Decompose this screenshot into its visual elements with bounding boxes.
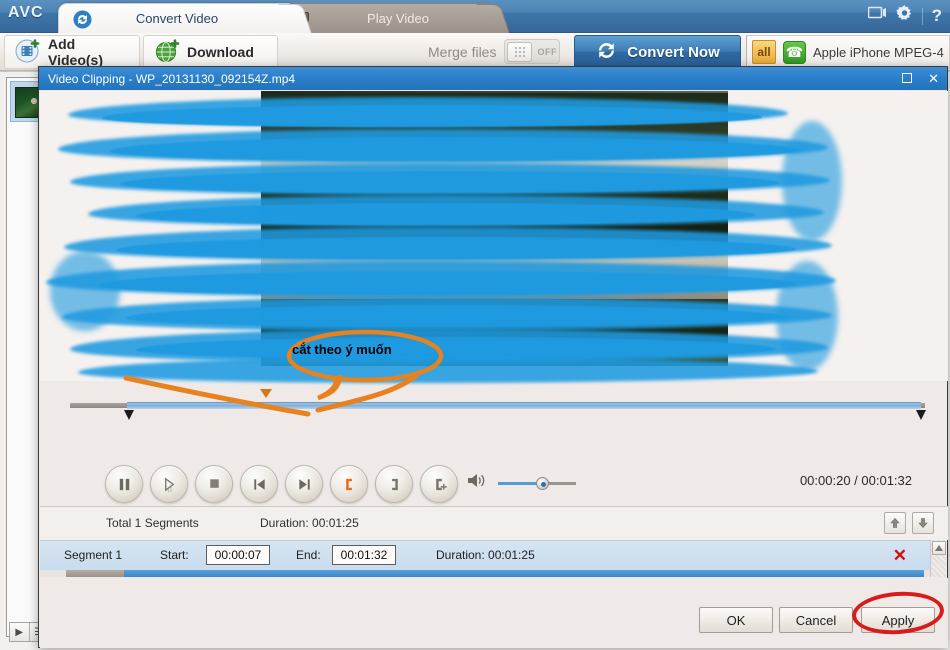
stop-icon	[209, 478, 219, 488]
convert-refresh-icon	[595, 39, 618, 66]
toggle-knob	[507, 41, 533, 62]
maximize-icon[interactable]	[902, 72, 913, 85]
grip-dots-icon	[514, 46, 525, 57]
segments-scrollbar[interactable]	[930, 540, 946, 577]
app-brand-logo: AVC	[8, 4, 44, 21]
ok-button[interactable]: OK	[699, 607, 773, 633]
dialog-footer: OK Cancel Apply	[39, 588, 949, 638]
segment-end-label: End:	[296, 548, 321, 562]
arrow-up-icon	[890, 518, 900, 528]
dialog-window-buttons: ✕	[902, 67, 939, 90]
skip-previous-icon	[253, 478, 265, 490]
scroll-up-icon[interactable]	[932, 541, 946, 555]
gear-icon[interactable]	[895, 5, 913, 27]
merge-files-toggle[interactable]: OFF	[504, 39, 561, 64]
playback-controls: [ ]	[105, 465, 458, 503]
iphone-icon: ☎	[783, 40, 806, 64]
convert-now-label: Convert Now	[627, 43, 720, 61]
add-video-icon	[15, 38, 41, 67]
play-frame-icon: [ ]	[164, 477, 174, 493]
table-row[interactable]: Segment 1 Start: 00:00:07 End: 00:01:32 …	[40, 540, 933, 570]
help-icon[interactable]: ?	[932, 6, 942, 26]
segment-name: Segment 1	[64, 548, 123, 562]
timeline-selection[interactable]	[127, 402, 921, 409]
add-videos-label: Add Video(s)	[48, 36, 103, 68]
output-profile-selector[interactable]: all ☎ Apple iPhone MPEG-4	[746, 35, 950, 69]
icon-divider	[921, 7, 923, 25]
trim-start-handle[interactable]	[124, 410, 134, 420]
play-mode-icon[interactable]: ▶	[10, 623, 30, 641]
stop-button[interactable]	[195, 465, 233, 503]
tab-play-video-label: Play Video	[367, 11, 429, 26]
convert-icon	[73, 10, 92, 29]
monitor-icon[interactable]	[867, 6, 887, 26]
mark-start-icon	[345, 478, 352, 490]
tab-convert-video[interactable]: Convert Video	[58, 3, 312, 33]
all-formats-badge[interactable]: all	[752, 40, 776, 64]
dialog-title: Video Clipping - WP_20131130_092154Z.mp4	[48, 71, 296, 86]
segment-start-input[interactable]: 00:00:07	[206, 545, 270, 565]
merge-state-label: OFF	[537, 46, 557, 57]
move-segment-down-button[interactable]	[912, 512, 934, 534]
skip-next-icon	[298, 478, 310, 490]
segments-duration-label: Duration: 00:01:25	[260, 516, 359, 530]
download-globe-icon	[154, 38, 180, 67]
segment-duration-label: Duration: 00:01:25	[436, 548, 535, 562]
segment-range-bar	[40, 570, 933, 577]
video-preview-frame[interactable]	[261, 91, 728, 366]
delete-segment-button[interactable]: ✕	[893, 546, 907, 566]
add-videos-button[interactable]: Add Video(s)	[4, 35, 140, 69]
svg-text:[ ]: [ ]	[167, 487, 171, 493]
pause-icon	[119, 478, 129, 490]
play-frame-button[interactable]: [ ]	[150, 465, 188, 503]
download-label: Download	[187, 44, 254, 60]
volume-slider[interactable]	[498, 476, 576, 490]
add-segment-button[interactable]	[420, 465, 458, 503]
segments-header: Total 1 Segments Duration: 00:01:25	[40, 507, 948, 540]
video-preview-stage	[40, 91, 948, 420]
tab-shape-right	[476, 4, 510, 33]
trim-end-handle[interactable]	[916, 410, 926, 420]
segment-start-label: Start:	[160, 548, 189, 562]
volume-slider-knob[interactable]	[536, 477, 549, 490]
segment-end-input[interactable]: 00:01:32	[332, 545, 396, 565]
convert-now-button[interactable]: Convert Now	[574, 35, 741, 69]
pause-button[interactable]	[105, 465, 143, 503]
merge-files-label: Merge files	[428, 43, 497, 60]
previous-button[interactable]	[240, 465, 278, 503]
timeline-trim-bar[interactable]	[70, 389, 926, 420]
dialog-titlebar: Video Clipping - WP_20131130_092154Z.mp4…	[39, 67, 947, 90]
tab-convert-video-label: Convert Video	[135, 11, 219, 26]
application-window: AVC Convert Video Play Video ? Add Video…	[0, 0, 950, 650]
next-button[interactable]	[285, 465, 323, 503]
arrow-down-icon	[918, 518, 928, 528]
main-titlebar: AVC Convert Video Play Video ?	[0, 0, 950, 33]
volume-icon[interactable]	[467, 472, 488, 494]
set-start-button[interactable]	[330, 465, 368, 503]
segment-range-selected	[124, 570, 924, 577]
merge-files-control[interactable]: Merge files OFF	[428, 39, 561, 64]
playhead-marker[interactable]	[260, 389, 272, 398]
video-clipping-dialog: Video Clipping - WP_20131130_092154Z.mp4…	[38, 66, 948, 648]
set-end-button[interactable]	[375, 465, 413, 503]
segments-total-label: Total 1 Segments	[106, 516, 199, 530]
apply-button[interactable]: Apply	[861, 607, 935, 633]
segment-range-before	[66, 570, 124, 577]
volume-control[interactable]	[467, 472, 576, 494]
mark-end-icon	[391, 478, 398, 490]
add-segment-icon	[435, 478, 447, 490]
cancel-button[interactable]: Cancel	[779, 607, 853, 633]
timecode-display: 00:00:20 / 00:01:32	[799, 473, 912, 488]
move-segment-up-button[interactable]	[884, 512, 906, 534]
callout-text: cắt theo ý muốn	[292, 342, 392, 357]
window-icon-group: ?	[867, 5, 942, 27]
download-button[interactable]: Download	[143, 35, 278, 69]
close-icon[interactable]: ✕	[928, 72, 939, 85]
profile-label: Apple iPhone MPEG-4	[813, 44, 944, 60]
